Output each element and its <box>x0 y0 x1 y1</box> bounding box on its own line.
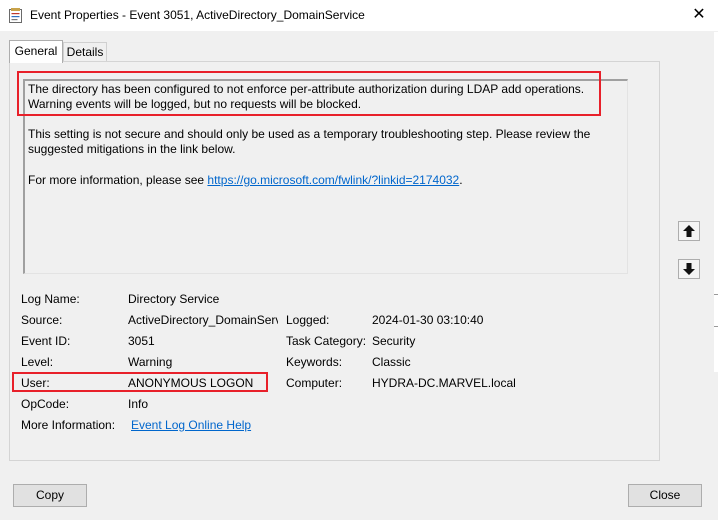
more-information-label: More Information: <box>21 418 116 432</box>
event-description-box[interactable]: The directory has been configured to not… <box>23 79 628 274</box>
description-paragraph-1: The directory has been configured to not… <box>28 82 618 112</box>
copy-button[interactable]: Copy <box>13 484 87 507</box>
event-log-online-help-link[interactable]: Event Log Online Help <box>131 418 251 432</box>
tab-details[interactable]: Details <box>63 42 107 62</box>
log-name-value: Directory Service <box>128 292 220 306</box>
log-name-label: Log Name: <box>21 292 80 306</box>
previous-event-button[interactable] <box>678 221 700 241</box>
logged-label: Logged: <box>286 313 330 327</box>
computer-label: Computer: <box>286 376 343 390</box>
close-button[interactable]: Close <box>628 484 702 507</box>
description-line: The directory has been configured to not… <box>28 82 585 96</box>
level-value: Warning <box>128 355 173 369</box>
close-window-button[interactable]: ✕ <box>688 4 710 26</box>
user-value: ANONYMOUS LOGON <box>128 376 254 390</box>
keywords-label: Keywords: <box>286 355 343 369</box>
next-event-button[interactable] <box>678 259 700 279</box>
event-viewer-icon <box>9 8 22 23</box>
description-line: This setting is not secure and should on… <box>28 127 591 141</box>
computer-value: HYDRA-DC.MARVEL.local <box>372 376 516 390</box>
source-label: Source: <box>21 313 63 327</box>
fwlink-link[interactable]: https://go.microsoft.com/fwlink/?linkid=… <box>207 173 459 187</box>
arrow-down-icon <box>683 263 695 275</box>
title-bar: Event Properties - Event 3051, ActiveDir… <box>0 0 718 31</box>
arrow-up-icon <box>683 225 695 237</box>
window-title: Event Properties - Event 3051, ActiveDir… <box>30 8 365 22</box>
event-id-label: Event ID: <box>21 334 71 348</box>
description-text: For more information, please see <box>28 173 208 187</box>
background-window-edge <box>714 32 718 372</box>
description-text: . <box>459 173 463 187</box>
source-value: ActiveDirectory_DomainServ <box>128 313 278 327</box>
description-paragraph-2: This setting is not secure and should on… <box>28 127 618 157</box>
event-id-value: 3051 <box>128 334 155 348</box>
keywords-value: Classic <box>372 355 411 369</box>
task-category-label: Task Category: <box>286 334 367 348</box>
level-label: Level: <box>21 355 54 369</box>
opcode-value: Info <box>128 397 149 411</box>
tab-general[interactable]: General <box>9 40 63 63</box>
opcode-label: OpCode: <box>21 397 70 411</box>
task-category-value: Security <box>372 334 416 348</box>
description-paragraph-3: For more information, please see https:/… <box>28 173 618 188</box>
logged-value: 2024-01-30 03:10:40 <box>372 313 484 327</box>
description-line: suggested mitigations in the link below. <box>28 142 236 156</box>
description-line: Warning events will be logged, but no re… <box>28 97 362 111</box>
user-label: User: <box>21 376 50 390</box>
